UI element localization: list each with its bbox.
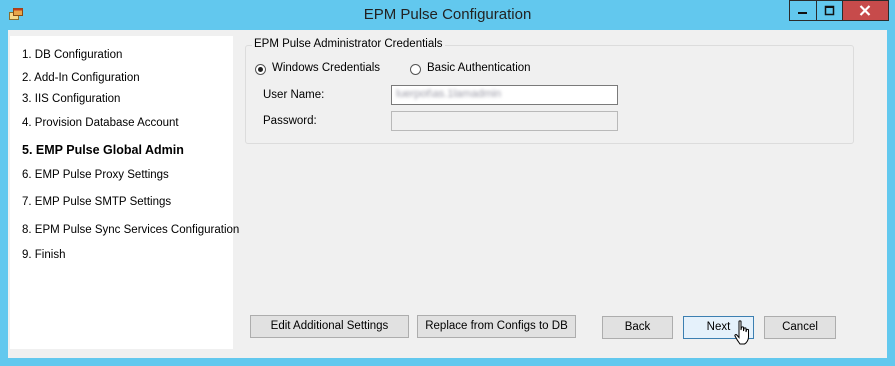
windows-credentials-radio[interactable] [255,64,266,75]
maximize-button[interactable] [816,0,843,21]
cancel-button[interactable]: Cancel [764,316,836,339]
admin-credentials-group: EPM Pulse Administrator Credentials Wind… [245,38,854,144]
radio-selected-dot [258,67,263,72]
minimize-button[interactable] [789,0,816,21]
maximize-icon [824,5,835,16]
client-area: 1. DB Configuration 2. Add-In Configurat… [8,30,887,358]
step-global-admin: 5. EMP Pulse Global Admin [22,143,184,157]
hand-pointer-icon [734,320,749,345]
edit-additional-settings-button[interactable]: Edit Additional Settings [250,315,409,338]
close-icon [859,5,871,16]
windows-credentials-label[interactable]: Windows Credentials [272,62,380,74]
step-db-configuration: 1. DB Configuration [22,49,123,61]
minimize-icon [798,12,807,14]
close-button[interactable] [843,0,889,21]
app-window: EPM Pulse Configuration 1. DB Configurat… [0,0,895,366]
step-sync-services-configuration: 8. EPM Pulse Sync Services Configuration [22,224,240,236]
step-proxy-settings: 6. EMP Pulse Proxy Settings [22,169,169,181]
password-label: Password: [263,115,317,127]
group-title: EPM Pulse Administrator Credentials [252,38,445,50]
password-field[interactable] [391,111,618,131]
username-value: luerpot\as.1lamadmin [396,88,502,100]
title-bar[interactable]: EPM Pulse Configuration [0,0,895,30]
step-smtp-settings: 7. EMP Pulse SMTP Settings [22,196,172,208]
back-button[interactable]: Back [602,316,673,339]
wizard-steps-panel: 1. DB Configuration 2. Add-In Configurat… [10,36,239,349]
basic-authentication-radio[interactable] [410,64,421,75]
username-field[interactable]: luerpot\as.1lamadmin [391,85,618,105]
step-finish: 9. Finish [22,249,66,261]
replace-from-configs-button[interactable]: Replace from Configs to DB [417,315,576,338]
window-title: EPM Pulse Configuration [363,6,532,23]
basic-authentication-label[interactable]: Basic Authentication [427,62,531,74]
step-add-in-configuration: 2. Add-In Configuration [22,72,140,84]
username-label: User Name: [263,89,325,101]
step-iis-configuration: 3. IIS Configuration [22,93,121,105]
step-provision-database-account: 4. Provision Database Account [22,117,179,129]
